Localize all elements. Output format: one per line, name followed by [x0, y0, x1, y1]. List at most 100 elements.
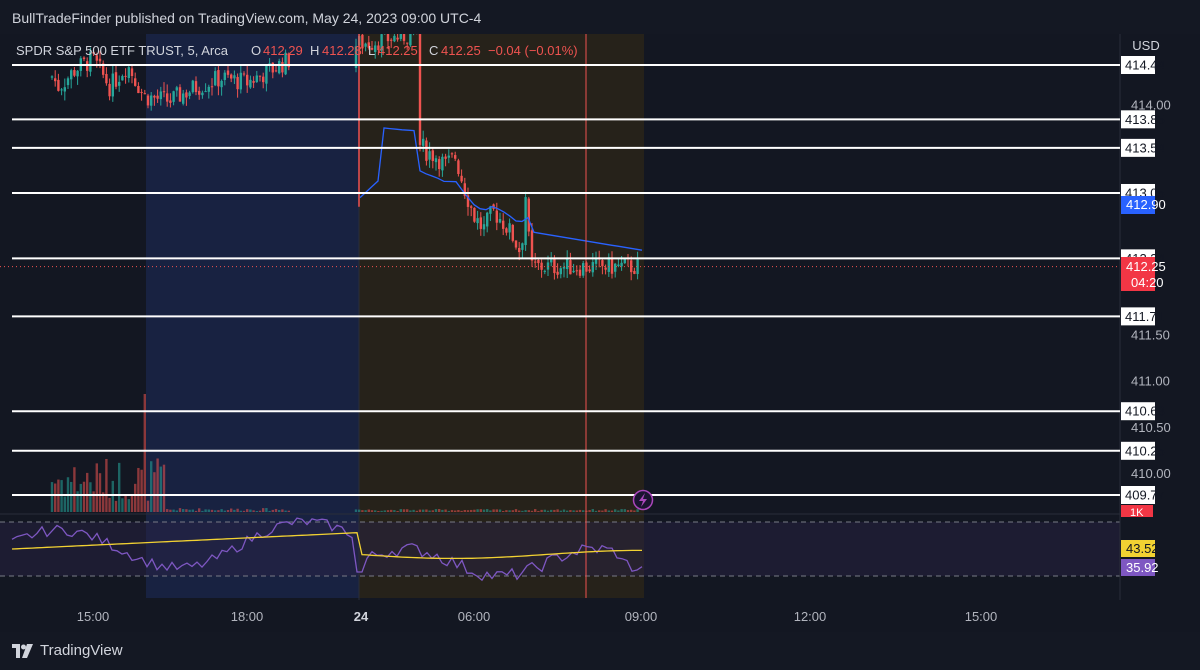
candle-body	[182, 93, 185, 104]
candle-body	[566, 257, 569, 270]
legend-open-label: O	[251, 43, 261, 58]
volume-bar	[86, 472, 89, 512]
candle-body	[623, 258, 626, 264]
volume-bar	[159, 466, 162, 512]
volume-bar	[492, 509, 495, 512]
legend-change: −0.04 (−0.01%)	[488, 43, 578, 58]
tradingview-brand: TradingView	[40, 642, 123, 659]
volume-bar	[457, 510, 460, 512]
volume-bar	[278, 510, 281, 512]
volume-bar	[354, 509, 358, 512]
x-tick-label: 12:00	[794, 609, 827, 624]
volume-bar	[604, 509, 607, 512]
candle-body	[495, 210, 498, 223]
candle-body	[620, 262, 623, 267]
volume-badge: 1K	[1121, 505, 1153, 519]
volume-bar	[364, 510, 367, 512]
candle-body	[143, 93, 146, 95]
volume-bar	[508, 510, 511, 512]
candle-body	[198, 90, 201, 95]
volume-bar	[441, 509, 444, 512]
candle-body	[66, 78, 70, 86]
volume-bar	[633, 510, 636, 512]
legend-open-value: 412.29	[263, 43, 303, 58]
volume-bar	[543, 509, 546, 512]
y-tick-label: 410.50	[1131, 420, 1171, 435]
volume-bar	[406, 509, 409, 512]
volume-bar	[198, 508, 201, 512]
volume-bar	[220, 509, 223, 512]
volume-bar	[626, 510, 630, 512]
volume-bar	[73, 467, 76, 512]
candle-body	[191, 80, 194, 93]
price-chart[interactable]: 414.44413.85413.54413.05412.34411.71410.…	[0, 0, 1200, 670]
candle-body	[534, 261, 537, 263]
candle-body	[118, 81, 121, 86]
candle-body	[418, 32, 422, 145]
volume-bar	[553, 509, 556, 512]
candle-body	[252, 81, 255, 83]
volume-bar	[505, 510, 508, 512]
candle-body	[601, 260, 604, 267]
candle-body	[617, 264, 620, 266]
lightning-icon[interactable]	[632, 489, 654, 511]
x-tick-label: 18:00	[231, 609, 264, 624]
volume-bar	[623, 509, 626, 512]
volume-bar	[70, 481, 73, 512]
volume-bar	[575, 510, 578, 512]
candle-body	[185, 92, 188, 98]
candle-body	[572, 270, 575, 273]
legend-high-value: 412.28	[322, 43, 362, 58]
volume-bar	[214, 510, 217, 512]
y-tick-label: 410.00	[1131, 466, 1171, 481]
volume-bar	[473, 509, 476, 512]
candle-body	[153, 95, 156, 98]
volume-bar	[556, 509, 559, 512]
candle-body	[582, 263, 585, 276]
volume-bar	[409, 510, 412, 512]
volume-bar	[447, 510, 450, 512]
volume-bar	[223, 510, 226, 512]
volume-bar	[79, 483, 82, 512]
volume-bar	[255, 510, 258, 512]
volume-bar	[274, 508, 278, 512]
candle-body	[76, 70, 79, 77]
volume-bar	[182, 509, 185, 512]
x-tick-label: 09:00	[625, 609, 658, 624]
volume-bar	[470, 509, 473, 512]
volume-bar	[124, 495, 127, 512]
vwap-badge: 412.90	[1121, 196, 1166, 214]
candle-body	[226, 70, 230, 75]
candle-body	[121, 76, 124, 81]
volume-bar	[380, 510, 383, 512]
tradingview-logo[interactable]: TradingView	[12, 642, 123, 659]
volume-bar	[367, 509, 370, 512]
candle-body	[422, 138, 425, 146]
volume-bar	[425, 509, 428, 512]
candle-body	[166, 93, 169, 102]
candle-body	[278, 60, 281, 74]
volume-bar	[118, 462, 121, 512]
volume-bar	[252, 510, 255, 512]
candle-body	[607, 257, 610, 272]
countdown-label: 04:20	[1131, 275, 1164, 290]
candle-body	[444, 156, 447, 159]
candle-body	[265, 64, 268, 84]
y-tick-label: 411.50	[1131, 328, 1170, 343]
volume-bar	[546, 510, 550, 512]
candle-body	[559, 268, 562, 275]
volume-bar	[396, 510, 399, 512]
volume-bar	[140, 469, 143, 512]
volume-bar	[521, 510, 524, 512]
volume-bar	[454, 510, 457, 512]
volume-bar	[386, 510, 390, 512]
candle-body	[124, 75, 127, 77]
candle-body	[578, 269, 582, 276]
volume-bar	[54, 483, 57, 512]
candle-body	[450, 153, 454, 155]
candle-body	[233, 75, 236, 79]
volume-bar	[185, 509, 188, 512]
candle-body	[156, 95, 159, 99]
candle-body	[527, 198, 530, 232]
volume-bar	[217, 510, 220, 512]
